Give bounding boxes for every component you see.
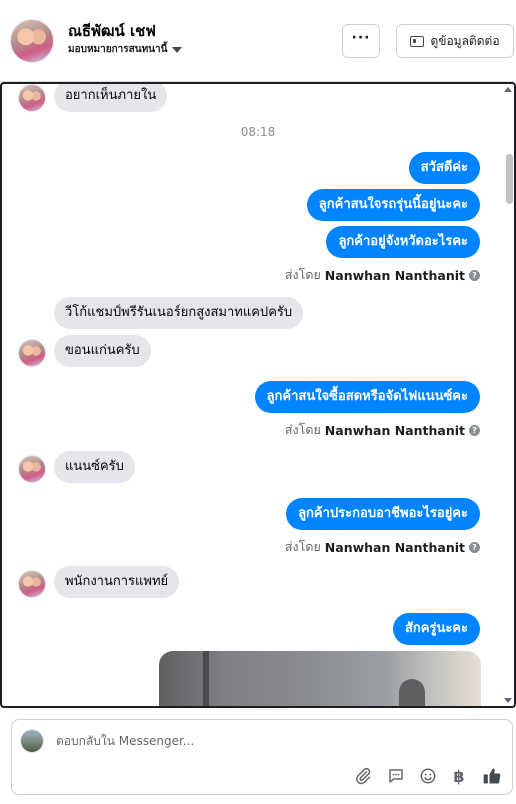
- assign-conversation-dropdown[interactable]: มอบหมายการสนทนานี้: [68, 42, 183, 57]
- outgoing-message[interactable]: ลูกค้าประกอบอาชีพอะไรอยู่คะ: [286, 498, 480, 530]
- quick-reply-icon[interactable]: [385, 766, 407, 786]
- attachment-icon[interactable]: [352, 766, 374, 786]
- baht-icon[interactable]: ฿: [448, 766, 470, 786]
- incoming-message[interactable]: ขอนแก่นครับ: [54, 335, 151, 367]
- scroll-up-arrow-icon[interactable]: [504, 87, 512, 92]
- scroll-down-arrow-icon[interactable]: [504, 698, 512, 703]
- view-contact-label: ดูข้อมูลติดต่อ: [430, 33, 500, 48]
- help-icon[interactable]: ?: [469, 269, 480, 281]
- contact-avatar-small: [18, 339, 46, 367]
- sender-name: Nanwhan Nanthanit: [324, 422, 465, 438]
- outgoing-message[interactable]: สักครู่นะคะ: [392, 613, 480, 645]
- emoji-icon[interactable]: [417, 766, 439, 786]
- contact-avatar-small: [18, 84, 46, 112]
- sent-by-line: ส่งโดย Nanwhan Nanthanit ?: [285, 420, 480, 440]
- conversation-header: ณธีพัฒน์ เชฟ มอบหมายการสนทนานี้ ··· ดูข้…: [0, 0, 516, 82]
- contact-avatar[interactable]: [10, 19, 54, 63]
- sender-name: Nanwhan Nanthanit: [324, 267, 465, 283]
- sent-by-line: ส่งโดย Nanwhan Nanthanit ?: [285, 265, 480, 285]
- sent-by-line: ส่งโดย Nanwhan Nanthanit ?: [285, 537, 480, 557]
- scrollbar[interactable]: [504, 84, 514, 706]
- page-avatar: [20, 729, 44, 753]
- sent-by-prefix: ส่งโดย: [284, 267, 321, 282]
- sent-by-prefix: ส่งโดย: [284, 539, 321, 554]
- like-icon[interactable]: [481, 766, 503, 786]
- photo-attachment[interactable]: [159, 651, 481, 706]
- contact-name[interactable]: ณธีพัฒน์ เชฟ: [68, 19, 156, 43]
- contact-avatar-small: [18, 570, 46, 598]
- contact-avatar-small: [18, 455, 46, 483]
- view-contact-button[interactable]: ดูข้อมูลติดต่อ: [396, 24, 514, 58]
- incoming-message[interactable]: พนักงานการแพทย์: [54, 566, 180, 598]
- incoming-message[interactable]: วีโก้แชมป์พรีรันเนอร์ยกสูงสมาทแคปครับ: [54, 297, 304, 329]
- contact-card-icon: [410, 35, 425, 47]
- help-icon[interactable]: ?: [469, 424, 480, 436]
- assign-conversation-label: มอบหมายการสนทนานี้: [68, 44, 168, 55]
- sent-by-prefix: ส่งโดย: [284, 422, 321, 437]
- reply-composer: ฿: [11, 719, 513, 795]
- incoming-message[interactable]: แนนซ์ครับ: [54, 451, 135, 483]
- caret-down-icon: [172, 47, 183, 53]
- more-dots-icon: ···: [351, 30, 371, 46]
- scrollbar-thumb[interactable]: [506, 154, 513, 204]
- message-thread[interactable]: อยากเห็นภายใน 08:18 สวัสดีค่ะ ลูกค้าสนใจ…: [0, 82, 516, 708]
- help-icon[interactable]: ?: [469, 541, 480, 553]
- outgoing-message[interactable]: สวัสดีค่ะ: [408, 152, 480, 184]
- outgoing-message[interactable]: ลูกค้าสนใจรถรุ่นนี้อยู่นะคะ: [306, 189, 480, 221]
- message-timestamp: 08:18: [240, 125, 276, 139]
- more-options-button[interactable]: ···: [342, 24, 380, 58]
- outgoing-message[interactable]: ลูกค้าอยู่จังหวัดอะไรคะ: [326, 226, 480, 258]
- outgoing-message[interactable]: ลูกค้าสนใจซื้อสดหรือจัดไฟแนนซ์คะ: [254, 381, 480, 413]
- incoming-message[interactable]: อยากเห็นภายใน: [54, 84, 168, 112]
- sender-name: Nanwhan Nanthanit: [324, 539, 465, 555]
- reply-input[interactable]: [56, 734, 476, 748]
